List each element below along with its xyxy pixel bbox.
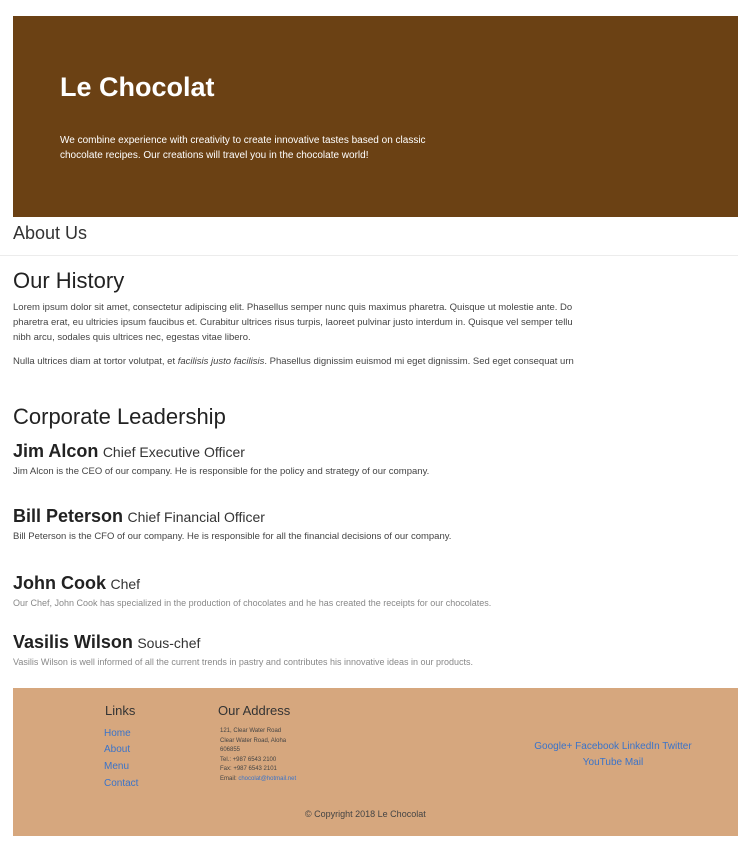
leader-name: Bill Peterson	[13, 506, 124, 526]
brand-title: Le Chocolat	[60, 72, 215, 102]
address-line: Tel.: +987 6543 2100	[220, 756, 277, 763]
leader-card: Jim Alcon Chief Executive Officer Jim Al…	[13, 441, 429, 477]
history-p2-end: . Phasellus dignissim euismod mi eget di…	[264, 356, 574, 367]
leader-role: Chief Financial Officer	[127, 509, 265, 525]
address-line: Clear Water Road, Aloha	[220, 737, 287, 744]
breadcrumb: About Us	[0, 217, 738, 256]
footer-link-menu[interactable]: Menu	[104, 761, 129, 772]
email-link[interactable]: chocolat@hotmail.net	[238, 776, 296, 782]
leader-role: Chief Executive Officer	[102, 444, 245, 460]
leader-card: Vasilis Wilson Sous-chef Vasilis Wilson …	[13, 632, 473, 667]
address-line: 606855	[220, 747, 241, 753]
email-line: Email: chocolat@hotmail.net	[220, 775, 296, 785]
history-p2-emphasis: facilisis justo facilisis	[177, 356, 265, 367]
footer-link-contact[interactable]: Contact	[104, 778, 138, 789]
leader-name: Jim Alcon	[13, 441, 99, 461]
address-line: Fax: +987 6543 2101	[220, 766, 277, 772]
history-heading: Our History	[13, 268, 125, 293]
footer-link-home[interactable]: Home	[104, 728, 131, 739]
leader-description: Our Chef, John Cook has specialized in t…	[13, 598, 492, 608]
brand-tagline: We combine experience with creativity to…	[60, 133, 530, 163]
jumbotron-header: Le Chocolat We combine experience with c…	[13, 16, 738, 217]
leader-card: John Cook Chef Our Chef, John Cook has s…	[13, 573, 491, 608]
leader-name: Vasilis Wilson	[13, 632, 133, 652]
address-heading: Our Address	[218, 703, 291, 718]
social-links: Google+ Facebook LinkedIn Twitter YouTub…	[513, 739, 713, 771]
leader-description: Bill Peterson is the CFO of our company.…	[13, 531, 452, 542]
leader-card: Bill Peterson Chief Financial Officer Bi…	[13, 506, 451, 542]
leader-role: Chef	[110, 576, 141, 592]
history-paragraph-2: Nulla ultrices diam at tortor volutpat, …	[13, 354, 738, 369]
social-links-line-1[interactable]: Google+ Facebook LinkedIn Twitter	[513, 739, 713, 755]
address-line: 121, Clear Water Road	[220, 728, 282, 734]
tagline-line-2: chocolate recipes. Our creations will tr…	[60, 150, 369, 161]
history-p1-line-1: Lorem ipsum dolor sit amet, consectetur …	[13, 302, 573, 313]
email-label: Email:	[220, 775, 239, 782]
leader-description: Jim Alcon is the CEO of our company. He …	[13, 466, 430, 477]
history-p1-line-2: pharetra erat, eu ultricies ipsum faucib…	[13, 317, 573, 328]
page-title: About Us	[13, 223, 88, 243]
site-footer: Links Home About Menu Contact Our Addres…	[13, 688, 738, 836]
social-links-line-2[interactable]: YouTube Mail	[513, 755, 713, 771]
footer-link-about[interactable]: About	[104, 744, 130, 755]
history-p2-start: Nulla ultrices diam at tortor volutpat, …	[13, 356, 178, 367]
copyright: © Copyright 2018 Le Chocolat	[305, 809, 426, 819]
leader-description: Vasilis Wilson is well informed of all t…	[13, 657, 474, 667]
tagline-line-1: We combine experience with creativity to…	[60, 135, 426, 146]
address-block: 121, Clear Water Road Clear Water Road, …	[220, 727, 296, 784]
leader-role: Sous-chef	[137, 635, 201, 651]
links-heading: Links	[105, 703, 136, 718]
history-p1-line-3: nibh arcu, sodales quis ultrices nec, eg…	[13, 332, 251, 343]
history-section: Our History Lorem ipsum dolor sit amet, …	[13, 268, 738, 369]
leader-name: John Cook	[13, 573, 106, 593]
leadership-heading: Corporate Leadership	[13, 404, 226, 429]
history-paragraph-1: Lorem ipsum dolor sit amet, consectetur …	[13, 300, 738, 345]
